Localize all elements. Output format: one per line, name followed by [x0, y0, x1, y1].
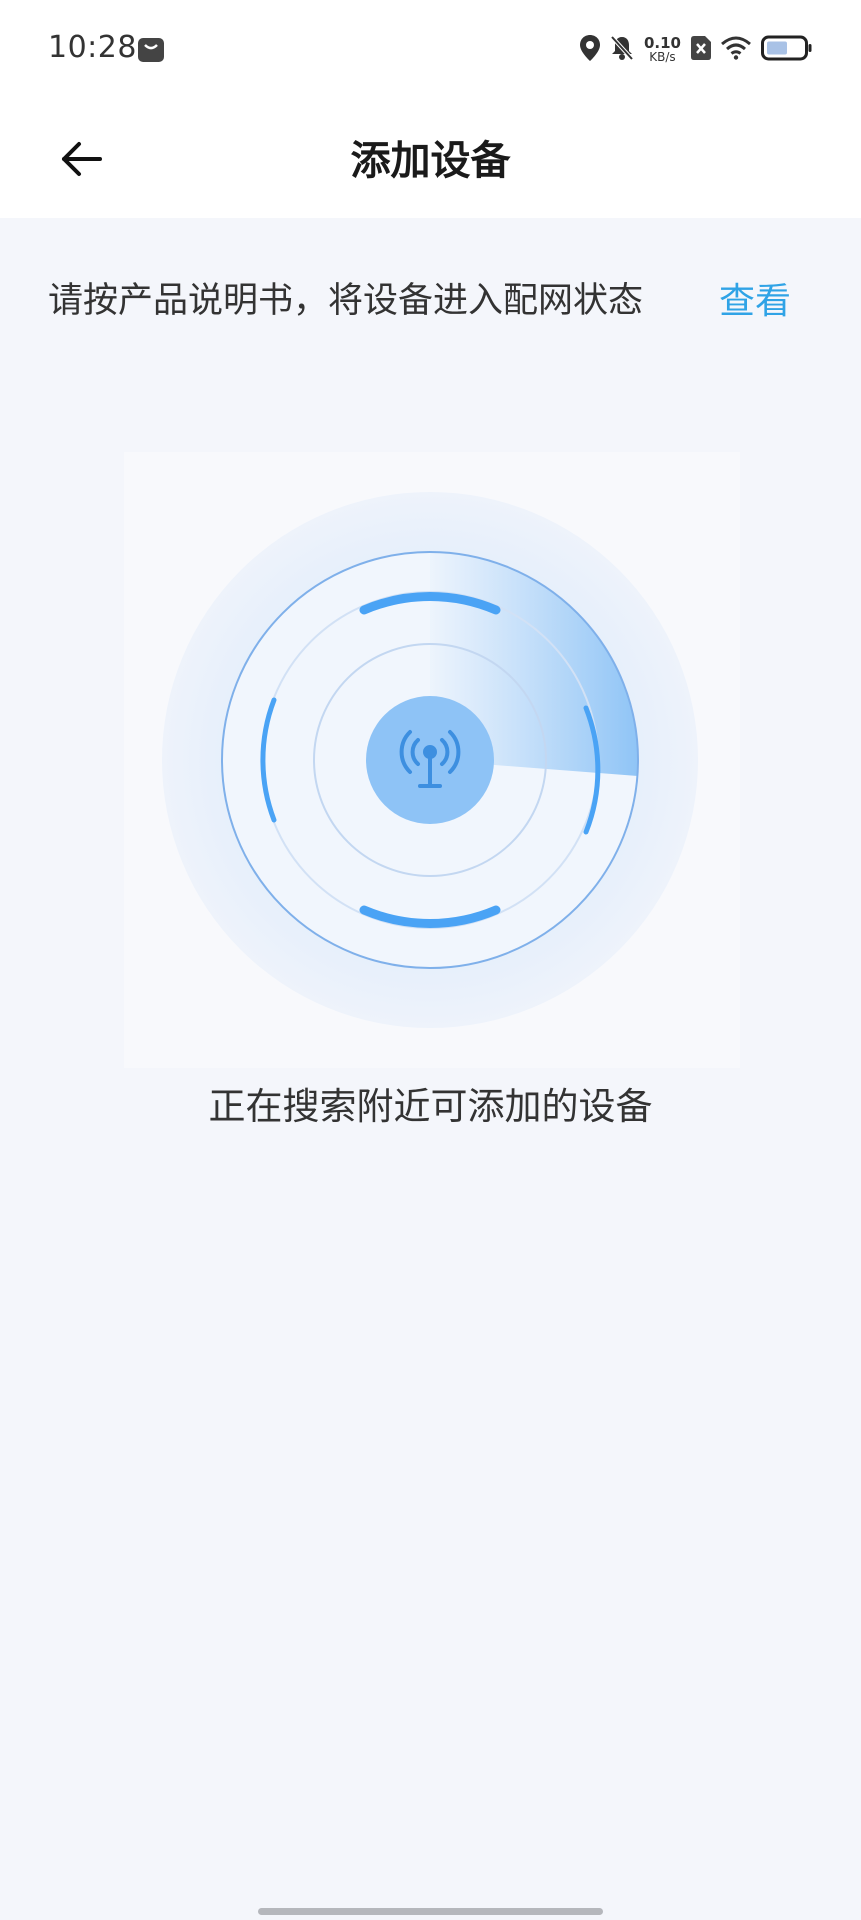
status-time: 10:28 [48, 30, 137, 65]
message-icon [138, 38, 164, 62]
net-speed-value: 0.10 [643, 34, 681, 52]
status-icons: 0.10 KB/s [579, 30, 813, 70]
instruction-text: 请按产品说明书，将设备进入配网状态 [48, 281, 644, 321]
header: 添加设备 [0, 100, 861, 218]
page-title: 添加设备 [350, 138, 511, 184]
view-instructions-link[interactable]: 查看 [719, 272, 791, 324]
net-speed: 0.10 KB/s [643, 34, 681, 65]
net-speed-unit: KB/s [649, 50, 676, 64]
searching-status-text: 正在搜索附近可添加的设备 [208, 1085, 653, 1128]
sim-off-icon [691, 36, 711, 64]
mute-icon [610, 35, 634, 65]
status-bar: 10:28 0.10 KB/s [0, 0, 861, 100]
radar-scanner [124, 452, 740, 1068]
battery-icon [761, 35, 813, 65]
wifi-icon [721, 36, 751, 64]
location-icon [579, 35, 600, 65]
home-indicator[interactable] [258, 1908, 603, 1915]
